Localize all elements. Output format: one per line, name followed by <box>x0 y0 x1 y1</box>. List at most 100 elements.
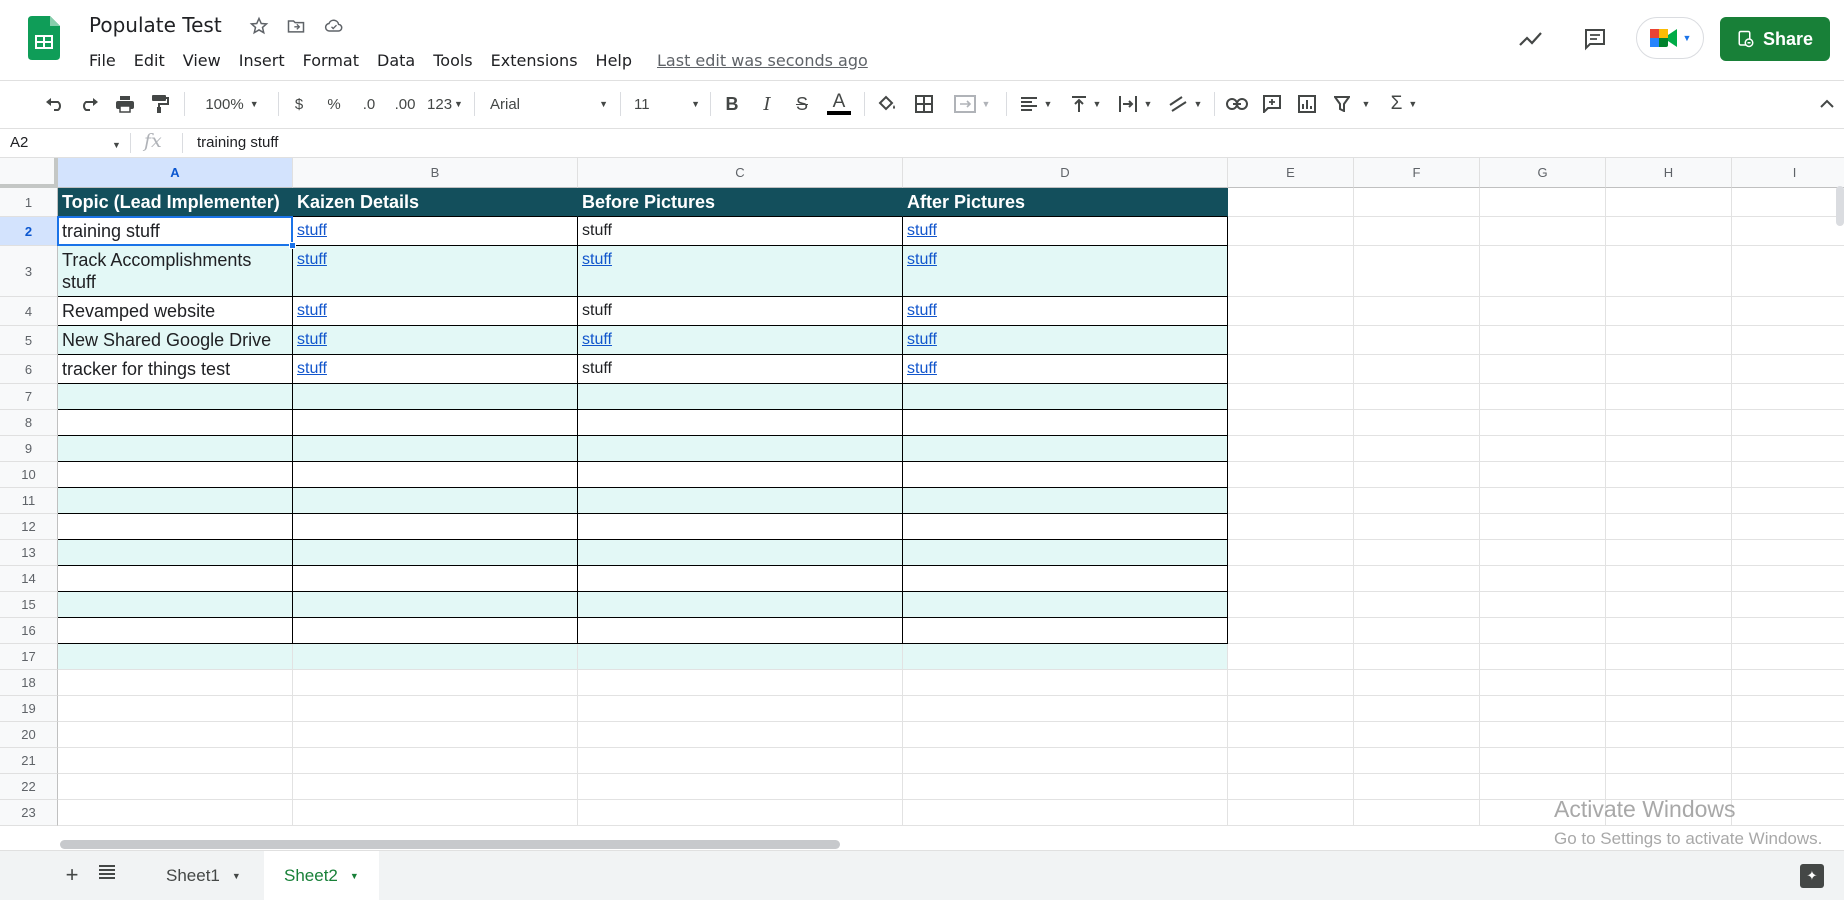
row-header-23[interactable]: 23 <box>0 800 58 826</box>
grid-cell[interactable] <box>903 748 1228 774</box>
grid-cell[interactable] <box>1480 748 1606 774</box>
text-color-button[interactable]: A <box>826 90 852 118</box>
grid-cell[interactable] <box>1732 462 1844 488</box>
grid-cell[interactable] <box>1732 188 1844 217</box>
grid-cell[interactable] <box>1354 566 1480 592</box>
increase-decimal-button[interactable]: .00 <box>389 90 421 118</box>
cell-link[interactable]: stuff <box>907 360 937 377</box>
cell-link[interactable]: stuff <box>582 251 612 268</box>
table-cell[interactable] <box>578 540 903 566</box>
grid-cell[interactable] <box>1606 566 1732 592</box>
merge-cells-icon[interactable]: ▼ <box>948 90 996 118</box>
table-cell[interactable]: Track Accomplishments stuff <box>58 246 293 297</box>
grid-cell[interactable] <box>1228 800 1354 826</box>
grid-cell[interactable] <box>1228 592 1354 618</box>
activity-trend-icon[interactable] <box>1514 22 1548 56</box>
grid-cell[interactable] <box>1354 217 1480 246</box>
cell-link[interactable]: stuff <box>297 222 327 239</box>
menu-file[interactable]: File <box>80 49 125 72</box>
grid-cell[interactable] <box>1228 246 1354 297</box>
column-header-g[interactable]: G <box>1480 158 1606 188</box>
meet-button[interactable]: ▼ <box>1636 17 1704 59</box>
grid-cell[interactable] <box>578 722 903 748</box>
grid-cell[interactable] <box>578 696 903 722</box>
text-wrapping-icon[interactable]: ▼ <box>1114 90 1156 118</box>
grid-cell[interactable] <box>1606 488 1732 514</box>
grid-cell[interactable] <box>1228 188 1354 217</box>
grid-cell[interactable] <box>58 748 293 774</box>
row-header-7[interactable]: 7 <box>0 384 58 410</box>
table-cell[interactable] <box>58 592 293 618</box>
grid-cell[interactable] <box>1228 540 1354 566</box>
grid-cell[interactable] <box>1732 592 1844 618</box>
grid-cell[interactable] <box>1354 618 1480 644</box>
column-header-a[interactable]: A <box>58 158 293 188</box>
formula-input[interactable]: training stuff <box>197 134 278 151</box>
grid-cell[interactable] <box>1354 188 1480 217</box>
cell-link[interactable]: stuff <box>297 331 327 348</box>
more-formats-select[interactable]: 123 ▼ <box>425 90 465 118</box>
grid-cell[interactable] <box>1228 774 1354 800</box>
grid-cell[interactable] <box>1228 748 1354 774</box>
row-header-17[interactable]: 17 <box>0 644 58 670</box>
grid-cell[interactable] <box>1732 326 1844 355</box>
grid-cell[interactable] <box>293 696 578 722</box>
grid-cell[interactable] <box>578 644 903 670</box>
add-sheet-icon[interactable]: + <box>60 862 84 888</box>
move-folder-icon[interactable] <box>284 14 308 38</box>
grid-cell[interactable] <box>1732 436 1844 462</box>
grid-cell[interactable] <box>58 800 293 826</box>
grid-cell[interactable] <box>1228 217 1354 246</box>
font-size-select[interactable]: 11 ▼ <box>634 90 700 118</box>
grid-cell[interactable] <box>1732 540 1844 566</box>
grid-cell[interactable] <box>1606 355 1732 384</box>
grid-cell[interactable] <box>1606 748 1732 774</box>
grid-cell[interactable] <box>1606 514 1732 540</box>
table-cell[interactable]: stuff <box>578 326 903 355</box>
cell-link[interactable]: stuff <box>907 331 937 348</box>
table-cell[interactable] <box>293 488 578 514</box>
row-header-15[interactable]: 15 <box>0 592 58 618</box>
table-cell[interactable]: stuff <box>903 217 1228 246</box>
grid-cell[interactable] <box>1732 748 1844 774</box>
grid-cell[interactable] <box>1228 410 1354 436</box>
grid-cell[interactable] <box>1732 800 1844 826</box>
table-cell[interactable] <box>293 436 578 462</box>
horizontal-align-icon[interactable]: ▼ <box>1016 90 1056 118</box>
document-title[interactable]: Populate Test <box>89 13 222 37</box>
table-cell[interactable] <box>58 618 293 644</box>
sheet-tab-sheet2[interactable]: Sheet2 ▼ <box>264 851 379 900</box>
grid-cell[interactable] <box>903 696 1228 722</box>
table-cell[interactable]: stuff <box>903 326 1228 355</box>
row-header-14[interactable]: 14 <box>0 566 58 592</box>
table-cell[interactable] <box>293 410 578 436</box>
grid-cell[interactable] <box>1480 436 1606 462</box>
table-cell[interactable] <box>293 540 578 566</box>
grid-cell[interactable] <box>903 670 1228 696</box>
grid-cell[interactable] <box>1480 410 1606 436</box>
decrease-decimal-button[interactable]: .0 <box>355 90 383 118</box>
grid-cell[interactable] <box>1606 297 1732 326</box>
table-cell[interactable] <box>903 540 1228 566</box>
grid-cell[interactable] <box>1480 670 1606 696</box>
spreadsheet-grid[interactable]: ABCDEFGHI 1 2 3 4 5 6 7 8 9 10 11 12 13 14 15 16 17 18 19 2… <box>0 158 1844 838</box>
grid-cell[interactable] <box>1228 644 1354 670</box>
row-header-1[interactable]: 1 <box>0 188 58 217</box>
table-cell[interactable]: training stuff <box>58 217 293 246</box>
menu-format[interactable]: Format <box>294 49 368 72</box>
grid-cell[interactable] <box>903 774 1228 800</box>
table-header-cell[interactable]: Kaizen Details <box>293 188 578 217</box>
grid-cell[interactable] <box>1354 670 1480 696</box>
table-cell[interactable] <box>578 514 903 540</box>
grid-cell[interactable] <box>1732 644 1844 670</box>
grid-cell[interactable] <box>1354 246 1480 297</box>
grid-cell[interactable] <box>578 800 903 826</box>
bold-button[interactable]: B <box>720 90 744 118</box>
cell-link[interactable]: stuff <box>297 302 327 319</box>
column-header-d[interactable]: D <box>903 158 1228 188</box>
column-header-i[interactable]: I <box>1732 158 1844 188</box>
table-cell[interactable] <box>903 514 1228 540</box>
grid-cell[interactable] <box>1480 188 1606 217</box>
table-cell[interactable]: stuff <box>578 246 903 297</box>
grid-cell[interactable] <box>1732 696 1844 722</box>
